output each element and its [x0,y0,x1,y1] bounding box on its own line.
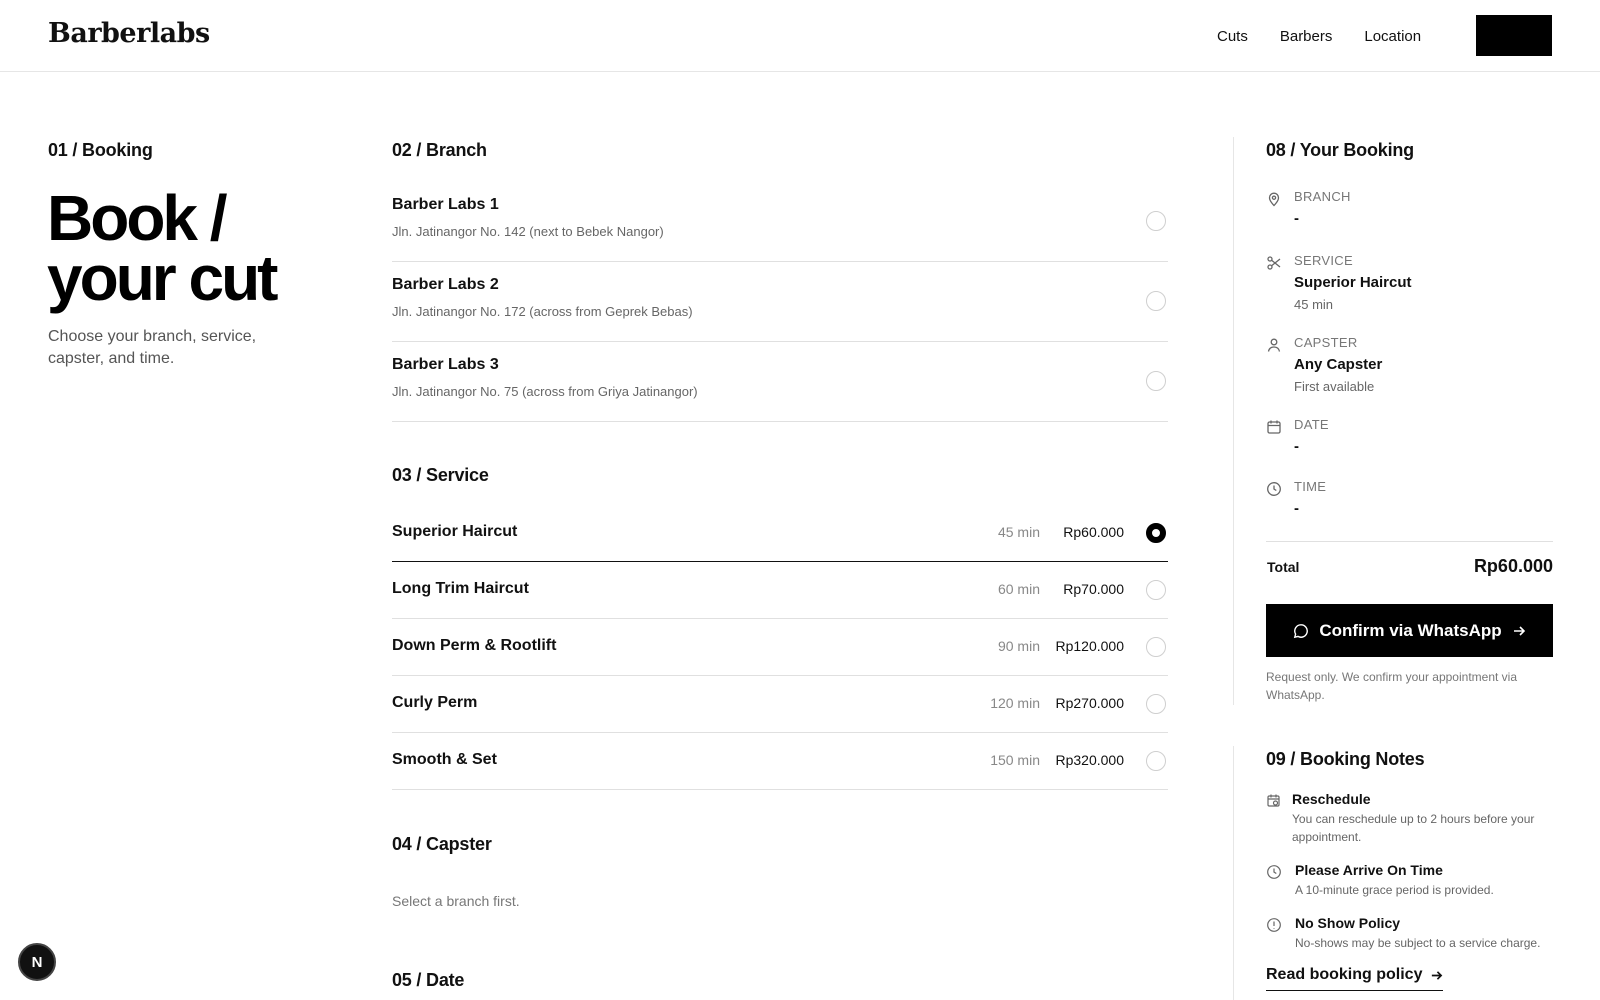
summary-time-key: TIME [1294,479,1327,494]
note-title: Please Arrive On Time [1295,862,1443,878]
service-price: Rp120.000 [1055,638,1124,654]
clock-icon [1267,482,1281,496]
service-radio[interactable] [1146,694,1166,714]
notes-divider [1233,746,1234,1000]
nav-barbers[interactable]: Barbers [1280,28,1333,45]
dev-tools-badge[interactable]: N [18,943,56,981]
service-name: Curly Perm [392,694,478,711]
note-desc: No-shows may be subject to a service cha… [1295,936,1541,950]
service-duration: 60 min [997,581,1040,597]
service-radio[interactable] [1146,637,1166,657]
service-radio[interactable] [1146,751,1166,771]
branch-name: Barber Labs 2 [392,276,499,293]
arrow-right-icon [1432,970,1443,980]
branch-name: Barber Labs 1 [392,196,499,213]
summary-service-key: SERVICE [1294,253,1353,268]
branch-option-3[interactable]: Barber Labs 3 Jln. Jatinangor No. 75 (ac… [392,342,1168,422]
alert-circle-icon [1267,918,1281,932]
branch-address: Jln. Jatinangor No. 142 (next to Bebek N… [392,224,664,239]
branch-section-label: 02 / Branch [392,140,487,160]
header-cta-button[interactable] [1476,15,1552,56]
service-name: Smooth & Set [392,751,497,768]
branch-radio[interactable] [1146,371,1166,391]
branch-name: Barber Labs 3 [392,356,499,373]
service-duration: 90 min [997,638,1040,654]
service-price: Rp320.000 [1055,752,1124,768]
service-radio[interactable] [1146,580,1166,600]
service-radio-selected[interactable] [1146,523,1166,543]
summary-divider [1233,137,1234,705]
service-price: Rp270.000 [1055,695,1124,711]
confirm-whatsapp-button[interactable]: Confirm via WhatsApp [1266,604,1553,657]
service-option-down-perm[interactable]: Down Perm & Rootlift 90 min Rp120.000 [392,619,1168,676]
summary-capster-value: Any Capster [1294,356,1383,373]
service-option-superior-haircut[interactable]: Superior Haircut 45 min Rp60.000 [392,505,1168,562]
service-option-long-trim-haircut[interactable]: Long Trim Haircut 60 min Rp70.000 [392,562,1168,619]
summary-section-label: 08 / Your Booking [1266,140,1414,160]
date-section-label: 05 / Date [392,970,465,990]
summary-date-value: - [1294,438,1299,455]
note-desc: A 10-minute grace period is provided. [1295,883,1494,897]
summary-branch-key: BRANCH [1294,189,1351,204]
summary-branch-value: - [1294,210,1299,227]
arrow-right-icon [1513,625,1525,636]
page-subtitle: Choose your branch, service, capster, an… [48,328,257,367]
branch-address: Jln. Jatinangor No. 75 (across from Griy… [392,384,698,399]
service-name: Long Trim Haircut [392,580,529,597]
policy-link-label: Read booking policy [1266,966,1423,983]
user-icon [1267,338,1281,352]
site-header: Barberlabs Cuts Barbers Location [0,0,1600,72]
total-label: Total [1267,559,1300,575]
nav-location[interactable]: Location [1364,28,1421,45]
booking-section-label: 01 / Booking [48,140,153,160]
service-price: Rp60.000 [1063,524,1124,540]
service-duration: 120 min [990,695,1040,711]
service-option-curly-perm[interactable]: Curly Perm 120 min Rp270.000 [392,676,1168,733]
nav-cuts[interactable]: Cuts [1217,28,1248,45]
service-name: Superior Haircut [392,523,518,540]
service-price: Rp70.000 [1063,581,1124,597]
service-section-label: 03 / Service [392,465,489,485]
location-pin-icon [1268,192,1280,207]
note-title: No Show Policy [1295,915,1401,931]
service-duration: 45 min [997,524,1040,540]
branch-radio[interactable] [1146,291,1166,311]
confirm-label: Confirm via WhatsApp [1319,620,1502,640]
confirm-note: Request only. We confirm your appointmen… [1266,670,1518,702]
page-title-line-2: your cut [47,242,278,314]
clock-icon [1267,865,1281,879]
calendar-clock-icon [1267,794,1280,807]
capster-hint: Select a branch first. [392,893,520,909]
note-desc: You can reschedule up to 2 hours before … [1292,812,1535,844]
service-duration: 150 min [990,752,1040,768]
branch-radio[interactable] [1146,211,1166,231]
summary-date-key: DATE [1294,417,1329,432]
service-option-smooth-set[interactable]: Smooth & Set 150 min Rp320.000 [392,733,1168,790]
main-nav: Cuts Barbers Location [1217,0,1421,72]
scissors-icon [1267,256,1281,270]
summary-service-value: Superior Haircut [1294,274,1412,291]
read-booking-policy-link[interactable]: Read booking policy [1266,966,1444,991]
total-divider [1266,541,1553,542]
chat-bubble-icon [1294,623,1309,638]
capster-section-label: 04 / Capster [392,834,492,854]
calendar-icon [1267,420,1281,434]
logo[interactable]: Barberlabs [48,18,210,49]
note-title: Reschedule [1292,791,1371,807]
summary-capster-sub: First available [1294,379,1375,394]
page-title-line-1: Book / [47,182,228,254]
page-title: Book / your cut [47,182,278,314]
branch-option-1[interactable]: Barber Labs 1 Jln. Jatinangor No. 142 (n… [392,182,1168,262]
summary-service-duration: 45 min [1294,297,1334,312]
total-value: Rp60.000 [1473,556,1553,576]
branch-option-2[interactable]: Barber Labs 2 Jln. Jatinangor No. 172 (a… [392,262,1168,342]
summary-capster-key: CAPSTER [1294,335,1358,350]
summary-time-value: - [1294,500,1299,517]
branch-address: Jln. Jatinangor No. 172 (across from Gep… [392,304,693,319]
service-name: Down Perm & Rootlift [392,637,557,654]
notes-section-label: 09 / Booking Notes [1266,749,1425,769]
